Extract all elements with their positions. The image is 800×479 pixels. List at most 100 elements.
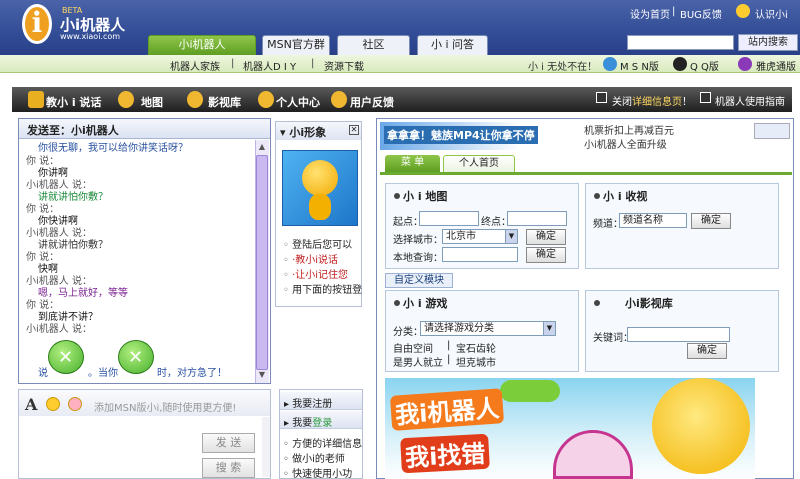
- set-homepage-link[interactable]: 设为首页: [630, 6, 670, 21]
- start-input[interactable]: [419, 211, 479, 226]
- chat-message: 你快讲啊: [38, 216, 78, 227]
- chat-scroll-thumb[interactable]: [256, 155, 268, 370]
- game-link[interactable]: 是男人就立: [393, 354, 443, 369]
- game-link[interactable]: 坦克城市: [456, 354, 496, 369]
- login-highlight: 登录: [312, 418, 333, 429]
- mini-ad-icon[interactable]: [754, 123, 790, 139]
- remember-tip: ◦ ·让小i记住您: [283, 270, 349, 281]
- xiaoi-avatar-title-text: 小i形象: [289, 126, 327, 139]
- chevron-down-icon[interactable]: ▼: [543, 322, 555, 335]
- keyword-input[interactable]: [627, 327, 730, 342]
- qq-version-link[interactable]: Q Q版: [690, 58, 719, 73]
- site-search-input[interactable]: [627, 35, 734, 50]
- chat-title: 发送至：小i机器人: [19, 119, 270, 139]
- subnav-robot-diy[interactable]: 机器人D I Y: [243, 58, 296, 73]
- search-button[interactable]: 搜 索: [202, 458, 255, 478]
- close-detail-link[interactable]: 关闭详细信息页！: [612, 93, 692, 108]
- chat-message: 讲就讲怕你敷？: [38, 240, 108, 251]
- emo-text-1: 说: [38, 368, 48, 379]
- chat-sender: 小i机器人 说：: [26, 228, 92, 239]
- bullet-icon: [394, 193, 400, 199]
- chat-message: 嗯，马上就好，等等: [38, 288, 128, 299]
- login-tip: ◦ 登陆后您可以: [283, 240, 353, 251]
- chat-message: 你很无聊，我可以给你讲笑话呀？: [38, 143, 188, 154]
- scroll-down-icon[interactable]: ▼: [256, 370, 268, 382]
- site-search-button[interactable]: 站内搜索: [738, 34, 798, 51]
- movie-widget-title: 小i影视库: [625, 297, 673, 310]
- game-link-separator: |: [447, 354, 451, 365]
- close-icon[interactable]: ✕: [349, 125, 359, 135]
- news-link[interactable]: 机票折扣上再减百元: [584, 122, 674, 137]
- msn-icon: [603, 57, 617, 71]
- subnav-robot-family[interactable]: 机器人家族: [170, 58, 220, 73]
- toolbar-teach[interactable]: 教小 i 说话: [46, 94, 101, 110]
- local-query-input[interactable]: [442, 247, 518, 262]
- tab-qa[interactable]: 小 i 问答: [417, 35, 488, 55]
- close-detail-highlight: 详细信息页: [632, 97, 682, 108]
- feature-item-text: 快速使用小功: [292, 469, 353, 479]
- promo-banner-text[interactable]: 拿拿拿！魅族MP4让你拿不停: [384, 126, 538, 144]
- bullet-icon: [594, 193, 600, 199]
- guide-icon[interactable]: [700, 92, 711, 103]
- scroll-up-icon[interactable]: ▲: [256, 142, 268, 154]
- promo-headline-2: 我i找错: [400, 433, 491, 474]
- bug-feedback-link[interactable]: BUG反馈: [680, 6, 722, 21]
- custom-module-button[interactable]: 自定义模块: [385, 273, 453, 288]
- tv-widget-title: 小 i 收视: [603, 190, 648, 203]
- feedback-icon: [331, 91, 347, 108]
- tab-community[interactable]: 社区: [337, 35, 410, 55]
- emoticon-picker-icon[interactable]: [46, 397, 60, 411]
- tab-underline: [380, 172, 792, 175]
- usage-guide-link[interactable]: 机器人使用指南: [715, 93, 785, 108]
- avatar-body: [309, 194, 331, 220]
- input-scrollbar[interactable]: [262, 417, 270, 477]
- toolbar-film-library[interactable]: 影视库: [208, 94, 241, 110]
- close-detail-icon[interactable]: [596, 92, 607, 103]
- feature-item-text: 做小i的老师: [292, 454, 345, 465]
- toolbar-personal-center[interactable]: 个人中心: [276, 94, 320, 110]
- tab-menu[interactable]: 菜 单: [385, 155, 440, 172]
- login-link[interactable]: ▸ 我要登录: [280, 411, 362, 429]
- avatar-face: [302, 160, 338, 196]
- game-category-select[interactable]: 请选择游戏分类: [420, 321, 556, 336]
- msn-version-link[interactable]: M S N版: [620, 58, 659, 73]
- about-xiaoi-link[interactable]: 认识小i: [755, 6, 788, 21]
- local-query-ok-button[interactable]: 确定: [526, 247, 566, 263]
- remember-tip-text: ·让小i记住您: [292, 270, 349, 281]
- tv-ok-button[interactable]: 确定: [691, 213, 731, 229]
- map-icon: [118, 91, 134, 108]
- wink-icon[interactable]: [68, 397, 82, 411]
- game-link[interactable]: 自由空间: [393, 340, 433, 355]
- film-icon: [187, 91, 203, 108]
- login-prefix: 我要: [292, 418, 313, 429]
- tab-personal-home[interactable]: 个人首页: [443, 155, 515, 172]
- send-button[interactable]: 发 送: [202, 433, 255, 453]
- game-widget-title: 小 i 游戏: [403, 297, 448, 310]
- chat-message: 快啊: [38, 264, 58, 275]
- feature-item: ◦ 快速使用小功: [283, 469, 353, 479]
- add-msn-tip[interactable]: 添加MSN版小i,随时使用更方便!: [94, 399, 236, 414]
- teach-icon: [28, 91, 44, 108]
- chat-sender: 你 说：: [26, 204, 60, 215]
- chevron-down-icon[interactable]: ▼: [505, 230, 517, 243]
- toolbar-user-feedback[interactable]: 用户反馈: [350, 94, 394, 110]
- news-link[interactable]: 小i机器人全面升级: [584, 136, 667, 151]
- city-label: 选择城市：: [393, 235, 443, 246]
- feature-item: ◦ 做小i的老师: [283, 454, 345, 465]
- emo-text-2: 。当你: [88, 368, 118, 379]
- tab-xiaoi-robot[interactable]: 小i机器人: [148, 35, 256, 55]
- end-input[interactable]: [507, 211, 567, 226]
- font-icon[interactable]: A: [25, 395, 37, 414]
- map-route-ok-button[interactable]: 确定: [526, 229, 566, 245]
- toplinks-separator: |: [672, 6, 676, 17]
- login-tip-text: 登陆后您可以: [292, 240, 353, 251]
- chat-sender: 你 说：: [26, 252, 60, 263]
- toolbar-map[interactable]: 地图: [141, 94, 163, 110]
- subnav-downloads[interactable]: 资源下载: [324, 58, 364, 73]
- register-link[interactable]: ▸ 我要注册: [280, 392, 362, 410]
- movie-ok-button[interactable]: 确定: [687, 343, 727, 359]
- game-link[interactable]: 宝石齿轮: [456, 340, 496, 355]
- tab-msn-group[interactable]: MSN官方群: [262, 35, 330, 55]
- yahoo-version-link[interactable]: 雅虎通版: [756, 58, 796, 73]
- channel-input[interactable]: 频道名称: [619, 213, 687, 228]
